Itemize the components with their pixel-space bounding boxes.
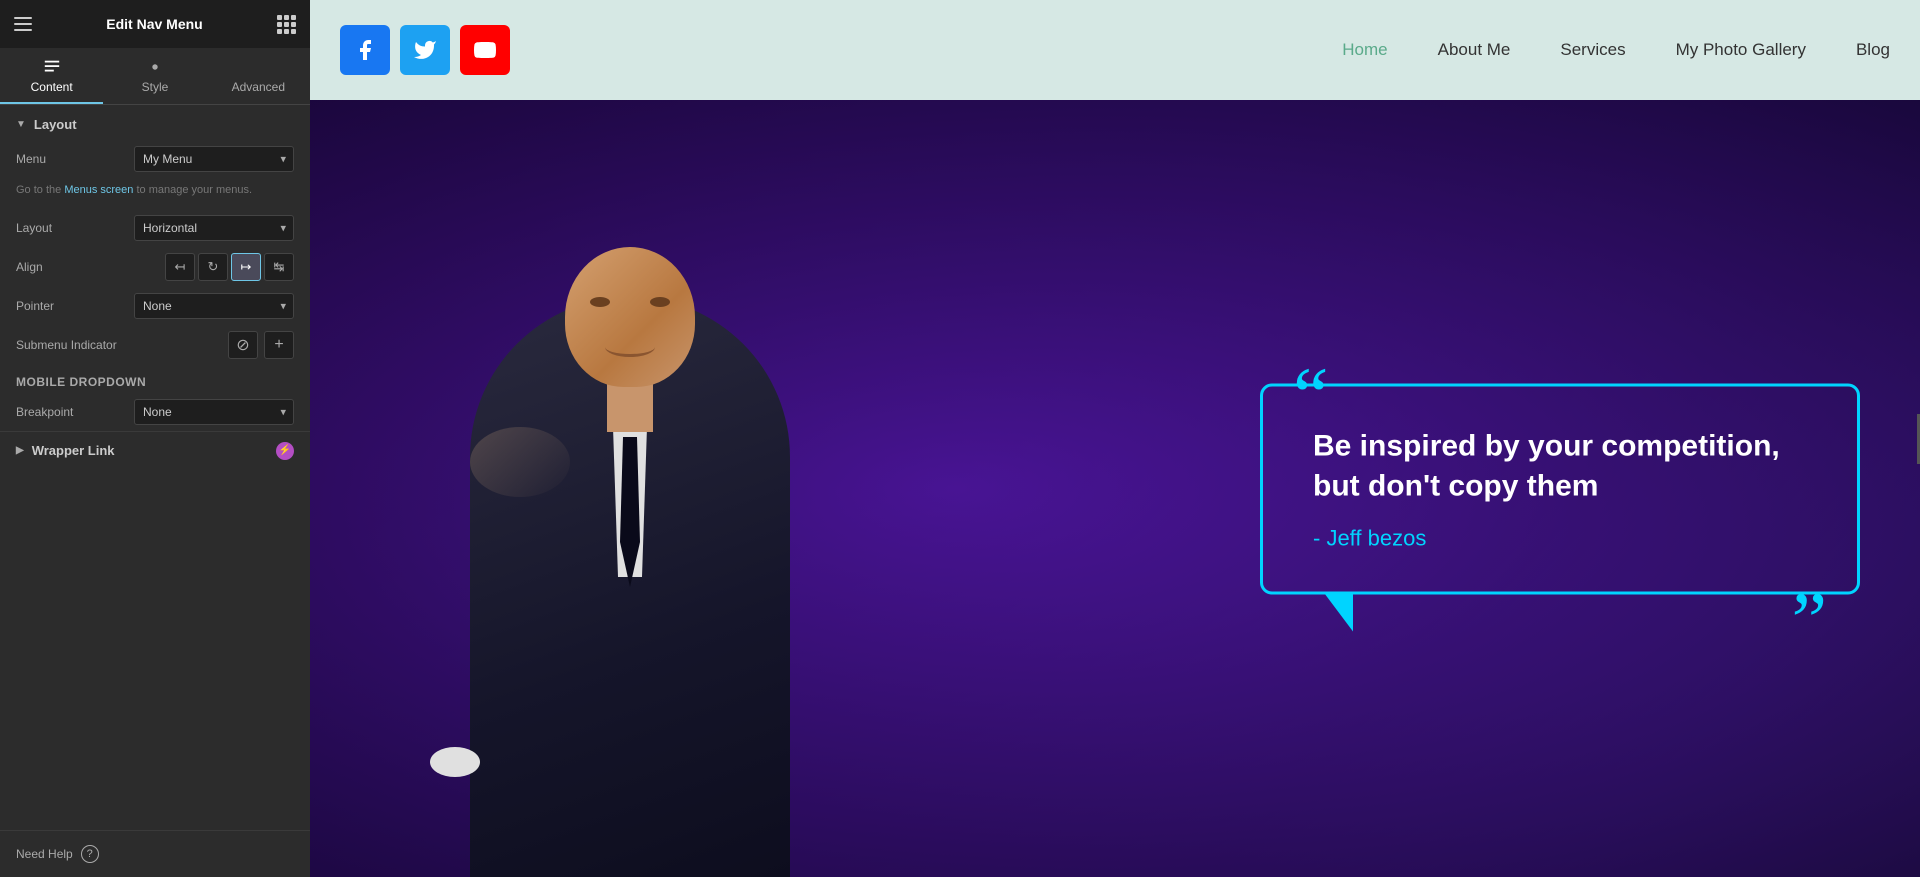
head (565, 247, 695, 387)
submenu-indicator-remove-button[interactable]: ⊘ (228, 331, 258, 359)
quote-text: Be inspired by your competition, but don… (1313, 426, 1807, 507)
need-help-text: Need Help (16, 847, 73, 861)
align-left-button[interactable]: ↤ (165, 253, 195, 281)
tab-style[interactable]: Style (103, 48, 206, 104)
submenu-indicator-row: Submenu Indicator ⊘ + (0, 325, 310, 365)
hamburger-menu-icon[interactable] (14, 17, 32, 31)
wrapper-link-chevron-icon: ▶ (16, 445, 24, 456)
wrapper-link-label: Wrapper Link (32, 443, 115, 458)
pointer-select[interactable]: None Underline Overline (134, 293, 294, 319)
layout-chevron-icon: ▼ (16, 119, 26, 130)
panel-title: Edit Nav Menu (106, 16, 202, 32)
mouth (605, 337, 655, 357)
tab-content[interactable]: Content (0, 48, 103, 104)
layout-label: Layout (16, 221, 96, 235)
pointer-select-wrapper: None Underline Overline (134, 293, 294, 319)
panel-tabs: Content Style Advanced (0, 48, 310, 105)
close-quote-mark: ” (1791, 581, 1827, 661)
nav-item-about[interactable]: About Me (1438, 40, 1511, 60)
layout-select-wrapper: Horizontal Vertical (134, 215, 294, 241)
wrapper-link-section-header[interactable]: ▶ Wrapper Link ⚡ (0, 431, 310, 470)
submenu-indicator-add-button[interactable]: + (264, 331, 294, 359)
tab-advanced[interactable]: Advanced (207, 48, 310, 104)
align-center-button[interactable]: ↻ (198, 253, 228, 281)
tab-content-label: Content (31, 80, 73, 94)
layout-row: Layout Horizontal Vertical (0, 209, 310, 247)
right-eye (650, 297, 670, 307)
nav-menu: Home About Me Services My Photo Gallery … (1342, 40, 1890, 60)
hero-section: “ Be inspired by your competition, but d… (310, 100, 1920, 877)
align-row: Align ↤ ↻ ↦ ↹ (0, 247, 310, 287)
menus-screen-link[interactable]: Menus screen (64, 184, 133, 196)
align-buttons-group: ↤ ↻ ↦ ↹ (165, 253, 294, 281)
tab-style-label: Style (142, 80, 169, 94)
layout-section-header[interactable]: ▼ Layout (0, 105, 310, 140)
menu-select[interactable]: My Menu Primary Menu (134, 146, 294, 172)
hero-person-figure (410, 100, 850, 877)
breakpoint-label: Breakpoint (16, 405, 96, 419)
align-right-button[interactable]: ↦ (231, 253, 261, 281)
left-eye (590, 297, 610, 307)
tab-advanced-label: Advanced (232, 80, 285, 94)
help-icon[interactable]: ? (81, 845, 99, 863)
quote-bubble: “ Be inspired by your competition, but d… (1260, 383, 1860, 594)
nav-bar: Home About Me Services My Photo Gallery … (310, 0, 1920, 100)
panel-content: ▼ Layout Menu My Menu Primary Menu Go to… (0, 105, 310, 830)
breakpoint-select-wrapper: None Mobile Tablet (134, 399, 294, 425)
menu-row: Menu My Menu Primary Menu (0, 140, 310, 178)
nav-item-blog[interactable]: Blog (1856, 40, 1890, 60)
open-quote-mark: “ (1293, 356, 1329, 436)
mobile-dropdown-section-label: Mobile Dropdown (0, 365, 310, 393)
shoulder-highlight (470, 427, 570, 497)
quote-author: - Jeff bezos (1313, 525, 1807, 551)
nav-item-gallery[interactable]: My Photo Gallery (1676, 40, 1806, 60)
wrapper-link-icon: ⚡ (276, 442, 294, 460)
breakpoint-select[interactable]: None Mobile Tablet (134, 399, 294, 425)
breakpoint-row: Breakpoint None Mobile Tablet (0, 393, 310, 431)
submenu-indicator-buttons: ⊘ + (228, 331, 294, 359)
layout-section-label: Layout (34, 117, 77, 132)
hero-quote-area: “ Be inspired by your competition, but d… (1260, 383, 1860, 594)
nav-item-home[interactable]: Home (1342, 40, 1387, 60)
grid-apps-icon[interactable] (277, 15, 296, 34)
panel-header: Edit Nav Menu (0, 0, 310, 48)
pointer-label: Pointer (16, 299, 96, 313)
twitter-icon-button[interactable] (400, 25, 450, 75)
left-panel: Edit Nav Menu Content Style Advanced ▼ L… (0, 0, 310, 877)
align-justify-button[interactable]: ↹ (264, 253, 294, 281)
youtube-icon-button[interactable] (460, 25, 510, 75)
menu-label: Menu (16, 152, 96, 166)
main-area: Home About Me Services My Photo Gallery … (310, 0, 1920, 877)
hero-content: “ Be inspired by your competition, but d… (310, 100, 1920, 877)
facebook-icon-button[interactable] (340, 25, 390, 75)
social-icons-group (340, 25, 510, 75)
left-cuff (430, 747, 480, 777)
pointer-row: Pointer None Underline Overline (0, 287, 310, 325)
nav-item-services[interactable]: Services (1560, 40, 1625, 60)
menu-help-text: Go to the Menus screen to manage your me… (0, 178, 310, 209)
panel-footer: Need Help ? (0, 830, 310, 877)
align-label: Align (16, 260, 96, 274)
layout-select[interactable]: Horizontal Vertical (134, 215, 294, 241)
submenu-indicator-label: Submenu Indicator (16, 338, 117, 352)
menu-select-wrapper: My Menu Primary Menu (134, 146, 294, 172)
